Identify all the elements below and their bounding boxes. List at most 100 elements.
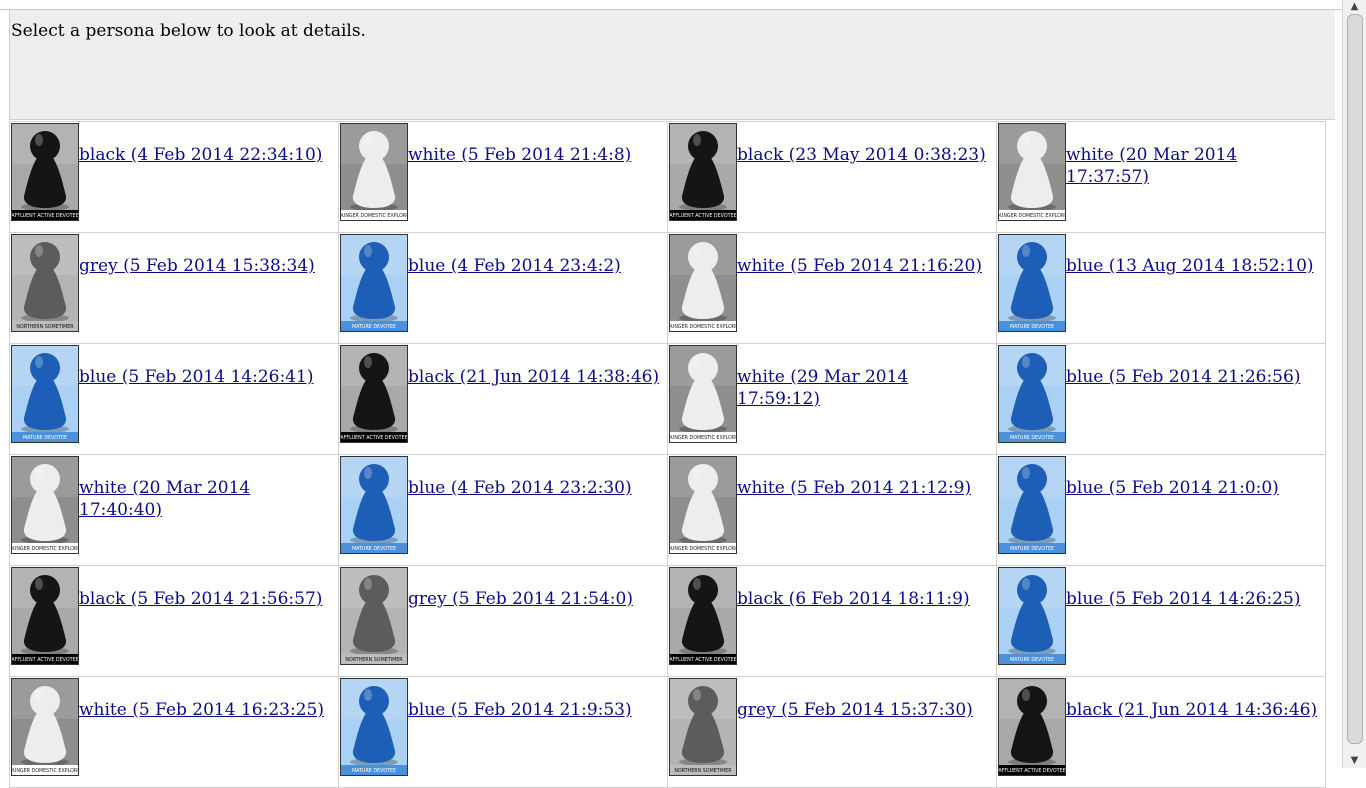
persona-thumbnail[interactable]: YOUNGER DOMESTIC EXPLORER [669, 234, 737, 332]
persona-thumbnail[interactable]: AFFLUENT ACTIVE DEVOTEE [669, 123, 737, 221]
persona-thumbnail[interactable]: AFFLUENT ACTIVE DEVOTEE [11, 567, 79, 665]
scroll-up-arrow-icon[interactable]: ▲ [1343, 0, 1366, 14]
persona-caption: YOUNGER DOMESTIC EXPLORER [999, 213, 1065, 219]
persona-caption: NORTHERN SOMETIMER [674, 768, 732, 774]
persona-item: YOUNGER DOMESTIC EXPLORER white (5 Feb 20… [10, 677, 338, 787]
persona-row: YOUNGER DOMESTIC EXPLORER white (20 Mar 2… [10, 455, 1325, 565]
persona-thumbnail[interactable]: MATURE DEVOTEE [340, 234, 408, 332]
persona-item: MATURE DEVOTEE blue (5 Feb 2014 21:0:0) [997, 455, 1325, 565]
persona-link[interactable]: black (6 Feb 2014 18:11:9) [737, 588, 993, 610]
persona-thumbnail[interactable]: MATURE DEVOTEE [998, 456, 1066, 554]
persona-link[interactable]: blue (5 Feb 2014 21:0:0) [1066, 477, 1322, 499]
persona-link[interactable]: blue (13 Aug 2014 18:52:10) [1066, 255, 1322, 277]
persona-item: MATURE DEVOTEE blue (5 Feb 2014 14:26:25) [997, 566, 1325, 676]
persona-thumbnail[interactable]: YOUNGER DOMESTIC EXPLORER [11, 678, 79, 776]
persona-figure-icon: YOUNGER DOMESTIC EXPLORER [12, 679, 78, 775]
persona-cell: YOUNGER DOMESTIC EXPLORER white (5 Feb 20… [10, 677, 338, 787]
persona-cell: AFFLUENT ACTIVE DEVOTEE black (21 Jun 201… [997, 677, 1325, 787]
persona-figure-icon: AFFLUENT ACTIVE DEVOTEE [12, 124, 78, 220]
persona-row: NORTHERN SOMETIMER grey (5 Feb 2014 15:38… [10, 233, 1325, 343]
persona-caption: MATURE DEVOTEE [352, 546, 396, 552]
persona-link[interactable]: white (20 Mar 2014 17:40:40) [79, 477, 335, 521]
persona-cell: YOUNGER DOMESTIC EXPLORER white (20 Mar 2… [997, 122, 1325, 232]
persona-link[interactable]: blue (4 Feb 2014 23:2:30) [408, 477, 664, 499]
persona-caption: AFFLUENT ACTIVE DEVOTEE [670, 657, 736, 663]
persona-link[interactable]: black (23 May 2014 0:38:23) [737, 144, 993, 166]
persona-link[interactable]: blue (5 Feb 2014 21:9:53) [408, 699, 664, 721]
persona-link[interactable]: grey (5 Feb 2014 15:37:30) [737, 699, 993, 721]
persona-link[interactable]: blue (5 Feb 2014 21:26:56) [1066, 366, 1322, 388]
persona-thumbnail[interactable]: MATURE DEVOTEE [11, 345, 79, 443]
persona-thumbnail[interactable]: YOUNGER DOMESTIC EXPLORER [998, 123, 1066, 221]
persona-item: NORTHERN SOMETIMER grey (5 Feb 2014 15:38… [10, 233, 338, 343]
persona-cell: AFFLUENT ACTIVE DEVOTEE black (21 Jun 201… [339, 344, 667, 454]
persona-thumbnail[interactable]: YOUNGER DOMESTIC EXPLORER [340, 123, 408, 221]
persona-link[interactable]: white (5 Feb 2014 21:12:9) [737, 477, 993, 499]
persona-item: MATURE DEVOTEE blue (5 Feb 2014 21:26:56) [997, 344, 1325, 454]
persona-thumbnail[interactable]: AFFLUENT ACTIVE DEVOTEE [669, 567, 737, 665]
persona-thumbnail[interactable]: AFFLUENT ACTIVE DEVOTEE [998, 678, 1066, 776]
persona-thumbnail[interactable]: MATURE DEVOTEE [998, 567, 1066, 665]
persona-thumbnail[interactable]: AFFLUENT ACTIVE DEVOTEE [11, 123, 79, 221]
persona-details-panel: Select a persona below to look at detail… [9, 10, 1335, 120]
persona-link[interactable]: blue (5 Feb 2014 14:26:41) [79, 366, 335, 388]
persona-thumbnail[interactable]: NORTHERN SOMETIMER [340, 567, 408, 665]
persona-link[interactable]: white (5 Feb 2014 21:16:20) [737, 255, 993, 277]
persona-thumbnail[interactable]: MATURE DEVOTEE [998, 234, 1066, 332]
persona-link[interactable]: blue (4 Feb 2014 23:4:2) [408, 255, 664, 277]
persona-cell: MATURE DEVOTEE blue (13 Aug 2014 18:52:10… [997, 233, 1325, 343]
persona-item: YOUNGER DOMESTIC EXPLORER white (20 Mar 2… [10, 455, 338, 565]
persona-item: MATURE DEVOTEE blue (5 Feb 2014 21:9:53) [339, 677, 667, 787]
persona-figure-icon: YOUNGER DOMESTIC EXPLORER [670, 346, 736, 442]
persona-thumbnail[interactable]: NORTHERN SOMETIMER [11, 234, 79, 332]
persona-link[interactable]: black (4 Feb 2014 22:34:10) [79, 144, 335, 166]
scroll-down-arrow-icon[interactable]: ▼ [1343, 754, 1366, 768]
persona-item: AFFLUENT ACTIVE DEVOTEE black (4 Feb 2014… [10, 122, 338, 232]
persona-link[interactable]: grey (5 Feb 2014 15:38:34) [79, 255, 335, 277]
persona-link[interactable]: white (5 Feb 2014 21:4:8) [408, 144, 664, 166]
persona-caption: MATURE DEVOTEE [1010, 657, 1054, 663]
persona-cell: YOUNGER DOMESTIC EXPLORER white (5 Feb 20… [668, 233, 996, 343]
persona-figure-icon: YOUNGER DOMESTIC EXPLORER [341, 124, 407, 220]
persona-thumbnail[interactable]: YOUNGER DOMESTIC EXPLORER [669, 345, 737, 443]
vertical-scrollbar[interactable]: ▲ ▼ [1342, 0, 1366, 768]
persona-figure-icon: NORTHERN SOMETIMER [341, 568, 407, 664]
persona-caption: AFFLUENT ACTIVE DEVOTEE [12, 657, 78, 663]
persona-figure-icon: MATURE DEVOTEE [12, 346, 78, 442]
persona-item: NORTHERN SOMETIMER grey (5 Feb 2014 21:54… [339, 566, 667, 676]
persona-thumbnail[interactable]: YOUNGER DOMESTIC EXPLORER [669, 456, 737, 554]
persona-link[interactable]: grey (5 Feb 2014 21:54:0) [408, 588, 664, 610]
persona-row: AFFLUENT ACTIVE DEVOTEE black (5 Feb 2014… [10, 566, 1325, 676]
persona-thumbnail[interactable]: AFFLUENT ACTIVE DEVOTEE [340, 345, 408, 443]
persona-thumbnail[interactable]: MATURE DEVOTEE [340, 456, 408, 554]
scrollbar-thumb[interactable] [1347, 14, 1363, 744]
persona-item: YOUNGER DOMESTIC EXPLORER white (5 Feb 20… [668, 455, 996, 565]
persona-caption: MATURE DEVOTEE [1010, 324, 1054, 330]
persona-figure-icon: YOUNGER DOMESTIC EXPLORER [999, 124, 1065, 220]
persona-cell: NORTHERN SOMETIMER grey (5 Feb 2014 15:38… [10, 233, 338, 343]
persona-link[interactable]: black (21 Jun 2014 14:38:46) [408, 366, 664, 388]
persona-link[interactable]: blue (5 Feb 2014 14:26:25) [1066, 588, 1322, 610]
persona-cell: MATURE DEVOTEE blue (5 Feb 2014 14:26:41) [10, 344, 338, 454]
persona-row: MATURE DEVOTEE blue (5 Feb 2014 14:26:41)… [10, 344, 1325, 454]
persona-thumbnail[interactable]: YOUNGER DOMESTIC EXPLORER [11, 456, 79, 554]
persona-caption: MATURE DEVOTEE [1010, 435, 1054, 441]
persona-link[interactable]: black (21 Jun 2014 14:36:46) [1066, 699, 1322, 721]
persona-thumbnail[interactable]: MATURE DEVOTEE [998, 345, 1066, 443]
persona-link[interactable]: white (29 Mar 2014 17:59:12) [737, 366, 993, 410]
persona-link[interactable]: white (5 Feb 2014 16:23:25) [79, 699, 335, 721]
persona-cell: AFFLUENT ACTIVE DEVOTEE black (6 Feb 2014… [668, 566, 996, 676]
persona-link[interactable]: black (5 Feb 2014 21:56:57) [79, 588, 335, 610]
persona-item: YOUNGER DOMESTIC EXPLORER white (29 Mar 2… [668, 344, 996, 454]
persona-link[interactable]: white (20 Mar 2014 17:37:57) [1066, 144, 1322, 188]
persona-cell: MATURE DEVOTEE blue (5 Feb 2014 21:9:53) [339, 677, 667, 787]
persona-cell: NORTHERN SOMETIMER grey (5 Feb 2014 21:54… [339, 566, 667, 676]
persona-figure-icon: MATURE DEVOTEE [999, 457, 1065, 553]
persona-item: AFFLUENT ACTIVE DEVOTEE black (6 Feb 2014… [668, 566, 996, 676]
persona-thumbnail[interactable]: MATURE DEVOTEE [340, 678, 408, 776]
persona-cell: MATURE DEVOTEE blue (5 Feb 2014 21:26:56) [997, 344, 1325, 454]
persona-caption: AFFLUENT ACTIVE DEVOTEE [12, 213, 78, 219]
persona-cell: YOUNGER DOMESTIC EXPLORER white (5 Feb 20… [668, 455, 996, 565]
persona-caption: YOUNGER DOMESTIC EXPLORER [341, 213, 407, 219]
persona-thumbnail[interactable]: NORTHERN SOMETIMER [669, 678, 737, 776]
